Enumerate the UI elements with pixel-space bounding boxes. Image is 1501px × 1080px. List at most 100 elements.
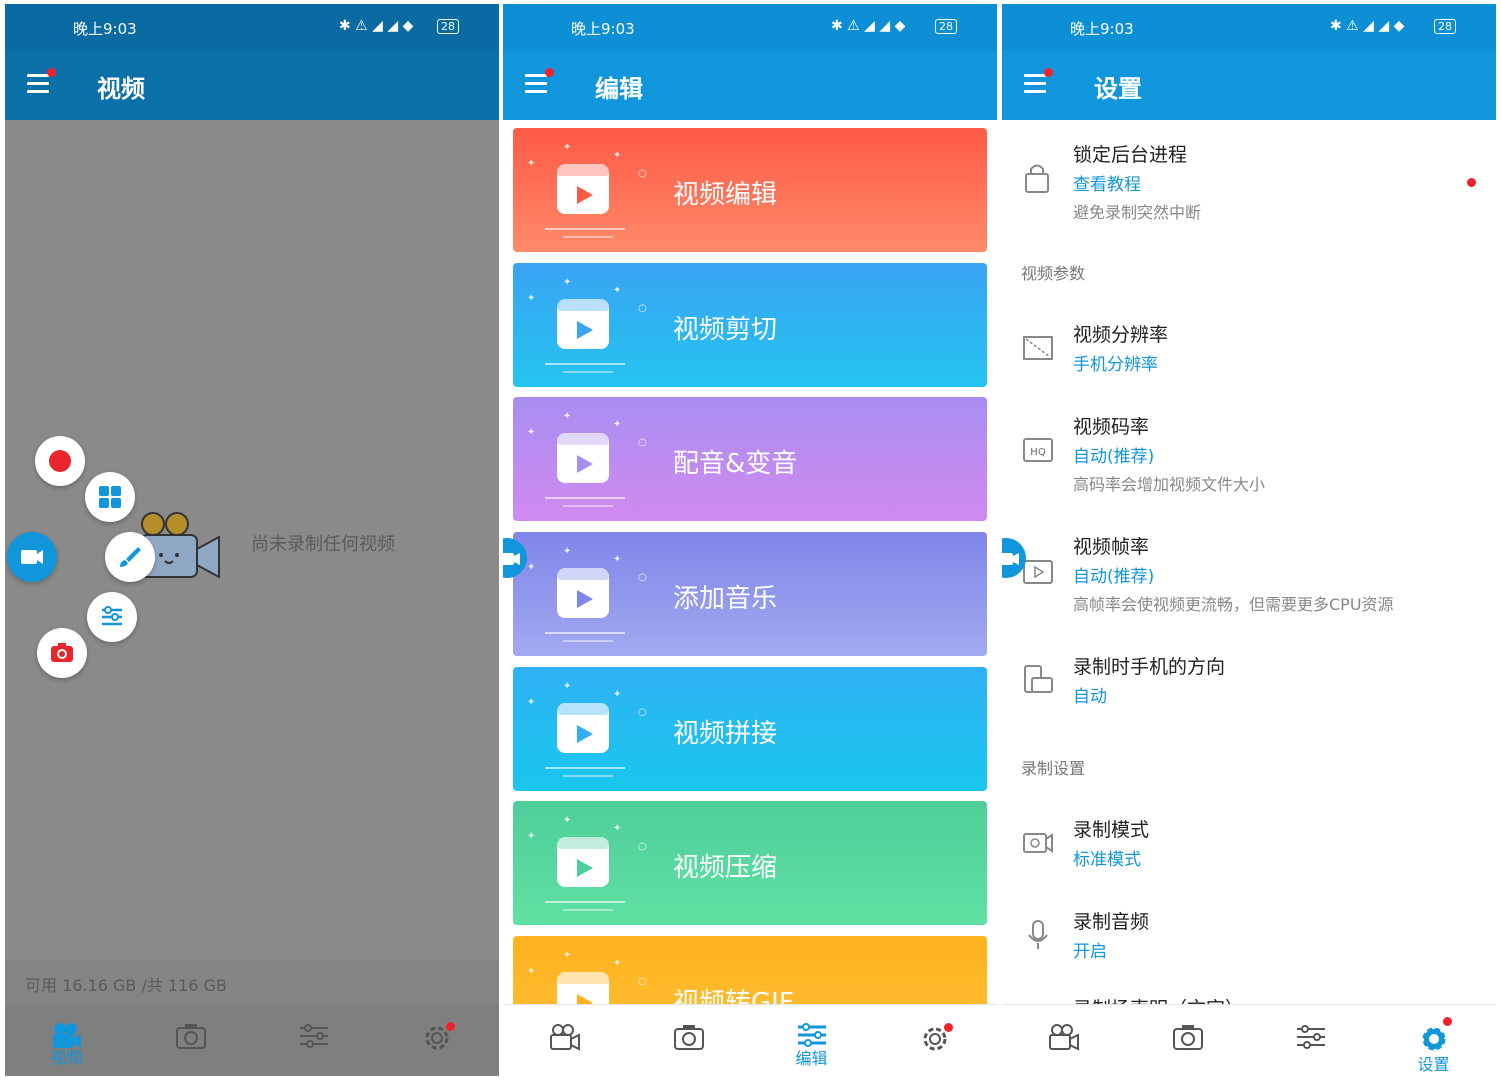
brush-icon xyxy=(120,547,141,567)
setting-record-audio[interactable]: 录制音频 开启 xyxy=(1002,907,1496,967)
edit-card[interactable]: ✦ ✦ ✦ ○ 视频编辑 xyxy=(513,128,987,252)
sliders-icon xyxy=(300,1024,328,1048)
setting-value: 自动(推荐) xyxy=(1073,447,1155,467)
notification-dot xyxy=(1044,68,1053,77)
setting-value: 自动 xyxy=(1073,687,1107,707)
edit-card[interactable]: ✦ ✦ ✦ ○ 视频压缩 xyxy=(513,801,987,925)
microphone-icon xyxy=(1028,920,1048,949)
setting-title: 锁定后台进程 xyxy=(1073,144,1188,166)
nav-edit[interactable] xyxy=(1249,1005,1372,1076)
setting-value: 自动(推荐) xyxy=(1073,567,1155,587)
setting-title: 视频帧率 xyxy=(1073,536,1150,558)
sliders-icon xyxy=(1297,1025,1325,1049)
setting-framerate[interactable]: 视频帧率 自动(推荐) 高帧率会使视频更流畅，但需要更多CPU资源 xyxy=(1002,532,1496,622)
record-button[interactable] xyxy=(35,436,85,486)
setting-value: 手机分辨率 xyxy=(1073,355,1158,375)
setting-value: 标准模式 xyxy=(1073,850,1141,870)
app-bar: 视频 xyxy=(5,50,499,120)
video-join-icon xyxy=(557,703,609,753)
tutorial-link[interactable]: 查看教程 xyxy=(1073,170,1141,195)
battery-icon: 28 xyxy=(1434,19,1456,34)
edit-card[interactable]: ✦ ✦ ✦ ○ 视频剪切 xyxy=(513,263,987,387)
framerate-icon xyxy=(1023,560,1053,584)
nav-settings[interactable]: 设置 xyxy=(1372,1005,1495,1076)
camera-video-icon xyxy=(1002,553,1019,565)
setting-desc: 高帧率会使视频更流畅，但需要更多CPU资源 xyxy=(1073,595,1394,614)
menu-icon[interactable] xyxy=(523,68,554,96)
battery-icon: 28 xyxy=(437,19,459,34)
grid-icon xyxy=(99,486,121,508)
edit-card-label: 视频压缩 xyxy=(673,853,778,883)
storage-info: 可用 16.16 GB /共 116 GB xyxy=(5,960,499,1004)
status-time: 晚上9:03 xyxy=(73,20,137,38)
video-camera-icon xyxy=(1049,1024,1079,1051)
svg-text:HQ: HQ xyxy=(1030,447,1046,458)
notification-dot xyxy=(1443,1017,1452,1026)
bottom-nav: 编辑 xyxy=(503,1004,997,1076)
floating-camera-button[interactable] xyxy=(7,532,57,582)
app-bar: 设置 xyxy=(1002,50,1496,120)
bottom-nav: 设置 xyxy=(1002,1004,1496,1076)
edit-card-label: 配音&变音 xyxy=(673,449,798,479)
edit-card[interactable]: ✦ ✦ ✦ ○ 视频拼接 xyxy=(513,667,987,791)
notification-dot xyxy=(944,1023,953,1032)
edit-screen: 晚上9:03 ✱ ⚠ ◢ ◢ ◆ 28 编辑 ✦ ✦ ✦ ○ 视频编辑 ✦ ✦ ✦ ○ 视频剪切 ✦… xyxy=(503,4,997,1076)
lock-icon xyxy=(1025,164,1049,193)
camera-icon xyxy=(674,1025,704,1050)
empty-state-text: 尚未录制任何视频 xyxy=(251,534,395,555)
nav-screenshot[interactable] xyxy=(1126,1005,1249,1076)
setting-title: 视频分辨率 xyxy=(1073,324,1169,346)
nav-video[interactable] xyxy=(503,1005,626,1076)
status-icons: ✱ ⚠ ◢ ◢ ◆ xyxy=(339,18,414,34)
setting-orientation[interactable]: 录制时手机的方向 自动 xyxy=(1002,652,1496,712)
nav-edit-label: 编辑 xyxy=(795,1049,828,1068)
nav-screenshot[interactable] xyxy=(129,1004,252,1076)
status-icons: ✱ ⚠ ◢ ◢ ◆ xyxy=(831,18,906,34)
nav-edit[interactable]: 编辑 xyxy=(750,1005,873,1076)
nav-settings[interactable] xyxy=(873,1005,996,1076)
setting-title: 视频码率 xyxy=(1073,416,1150,438)
edit-card[interactable]: ✦ ✦ ✦ ○ 添加音乐 xyxy=(513,532,987,656)
setting-record-mode[interactable]: 录制模式 标准模式 xyxy=(1002,815,1496,875)
nav-screenshot[interactable] xyxy=(627,1005,750,1076)
resolution-icon xyxy=(1023,336,1053,360)
menu-icon[interactable] xyxy=(1022,68,1053,96)
settings-screen: 晚上9:03 ✱ ⚠ ◢ ◢ ◆ 28 设置 锁定后台进程 查看教程 避免录制突… xyxy=(1002,4,1496,1076)
battery-icon: 28 xyxy=(935,19,957,34)
tools-button[interactable] xyxy=(85,472,135,522)
setting-bitrate[interactable]: HQ 视频码率 自动(推荐) 高码率会增加视频文件大小 xyxy=(1002,412,1496,502)
nav-video[interactable]: 视频 xyxy=(5,1004,128,1076)
notification-dot xyxy=(1467,178,1476,187)
setting-resolution[interactable]: 视频分辨率 手机分辨率 xyxy=(1002,320,1496,380)
record-mode-icon xyxy=(1023,833,1053,853)
video-edit-icon xyxy=(557,164,609,214)
screenshot-button[interactable] xyxy=(37,628,87,678)
status-time: 晚上9:03 xyxy=(1070,20,1134,38)
status-time: 晚上9:03 xyxy=(571,20,635,38)
edit-card-label: 视频拼接 xyxy=(673,719,778,749)
page-title: 设置 xyxy=(1094,75,1142,103)
menu-icon[interactable] xyxy=(25,68,56,96)
setting-lock-process[interactable]: 锁定后台进程 查看教程 避免录制突然中断 xyxy=(1002,140,1496,232)
status-bar: 晚上9:03 ✱ ⚠ ◢ ◢ ◆ 28 xyxy=(5,4,499,50)
notification-dot xyxy=(545,68,554,77)
voice-change-icon xyxy=(557,433,609,483)
setting-title: 录制音频 xyxy=(1073,911,1150,933)
setting-desc: 高码率会增加视频文件大小 xyxy=(1073,475,1266,494)
edit-card[interactable]: ✦ ✦ ✦ ○ 配音&变音 xyxy=(513,397,987,521)
nav-edit[interactable] xyxy=(252,1004,375,1076)
music-icon xyxy=(557,568,609,618)
brush-button[interactable] xyxy=(105,532,155,582)
setting-desc: 避免录制突然中断 xyxy=(1073,203,1202,222)
nav-settings[interactable] xyxy=(375,1004,498,1076)
bottom-nav: 视频 xyxy=(5,1004,499,1076)
dim-overlay[interactable] xyxy=(5,120,499,1004)
video-cut-icon xyxy=(557,299,609,349)
setting-value: 开启 xyxy=(1073,942,1107,962)
settings-sliders-button[interactable] xyxy=(87,592,137,642)
nav-video[interactable] xyxy=(1002,1005,1125,1076)
notification-dot xyxy=(446,1022,455,1031)
status-bar: 晚上9:03 ✱ ⚠ ◢ ◢ ◆ 28 xyxy=(1002,4,1496,50)
status-bar: 晚上9:03 ✱ ⚠ ◢ ◢ ◆ 28 xyxy=(503,4,997,50)
edit-card-label: 添加音乐 xyxy=(673,584,778,614)
